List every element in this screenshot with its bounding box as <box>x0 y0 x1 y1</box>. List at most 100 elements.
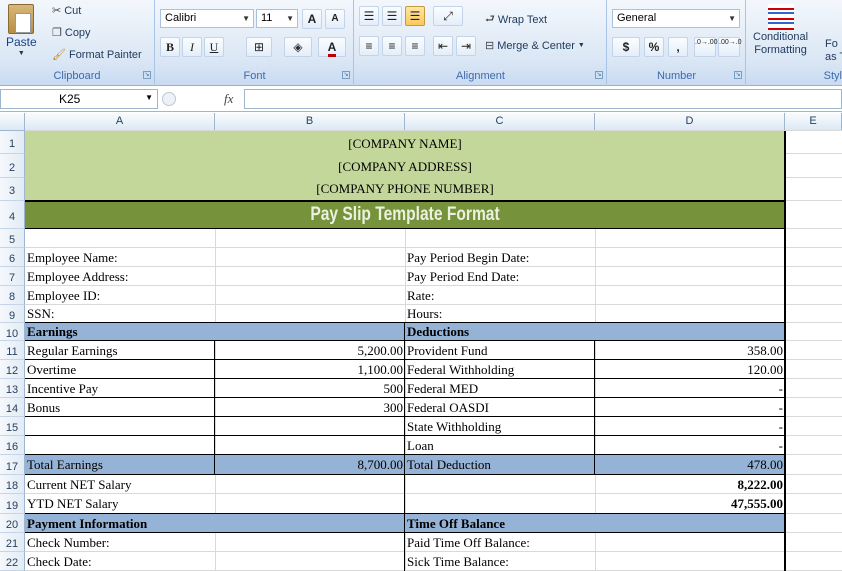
row-header-1[interactable]: 1 <box>0 131 25 154</box>
row-header-11[interactable]: 11 <box>0 341 25 360</box>
earnings-item-value[interactable]: 1,100.00 <box>215 360 405 379</box>
company-name-cell[interactable]: [COMPANY NAME] <box>25 135 785 153</box>
deductions-item-value[interactable]: - <box>595 436 785 455</box>
bold-button[interactable]: B <box>160 37 180 57</box>
pay-period-end-label[interactable]: Pay Period End Date: <box>405 267 595 286</box>
employee-id-label[interactable]: Employee ID: <box>25 286 215 305</box>
font-color-button[interactable]: A <box>318 37 346 57</box>
row-header-2[interactable]: 2 <box>0 154 25 178</box>
wrap-text-button[interactable]: ⮐ Wrap Text <box>485 10 547 29</box>
total-deduction-value[interactable]: 478.00 <box>595 455 785 474</box>
earnings-item-label[interactable]: Incentive Pay <box>25 379 215 398</box>
column-header-a[interactable]: A <box>25 113 215 131</box>
row-header-19[interactable]: 19 <box>0 494 25 514</box>
orientation-button[interactable]: ⤢ <box>433 6 463 26</box>
row-header-13[interactable]: 13 <box>0 379 25 398</box>
bottom-align-button[interactable]: ☰ <box>405 6 425 26</box>
deductions-item-label[interactable]: State Withholding <box>405 417 595 436</box>
italic-button[interactable]: I <box>182 37 202 57</box>
earnings-item-value[interactable] <box>215 417 405 436</box>
top-align-button[interactable]: ☰ <box>359 6 379 26</box>
align-left-button[interactable]: ≡ <box>359 36 379 56</box>
sick-time-label[interactable]: Sick Time Balance: <box>405 552 595 571</box>
clipboard-launcher-icon[interactable]: ↘ <box>143 71 151 79</box>
shrink-font-button[interactable]: A <box>325 9 345 29</box>
total-deduction-label[interactable]: Total Deduction <box>405 455 595 474</box>
earnings-item-label[interactable] <box>25 417 215 436</box>
company-phone-cell[interactable]: [COMPANY PHONE NUMBER] <box>25 180 785 198</box>
column-header-d[interactable]: D <box>595 113 785 131</box>
row-header-17[interactable]: 17 <box>0 455 25 475</box>
increase-decimal-button[interactable]: .0→.00 <box>694 37 718 57</box>
row-header-22[interactable]: 22 <box>0 552 25 571</box>
total-earnings-value[interactable]: 8,700.00 <box>215 455 405 474</box>
number-launcher-icon[interactable]: ↘ <box>734 71 742 79</box>
employee-name-label[interactable]: Employee Name: <box>25 248 215 267</box>
deductions-item-value[interactable]: - <box>595 379 785 398</box>
deductions-header[interactable]: Deductions <box>405 323 595 341</box>
deductions-item-label[interactable]: Federal MED <box>405 379 595 398</box>
middle-align-button[interactable]: ☰ <box>382 6 402 26</box>
column-header-c[interactable]: C <box>405 113 595 131</box>
deductions-item-value[interactable]: 358.00 <box>595 341 785 360</box>
row-header-9[interactable]: 9 <box>0 305 25 323</box>
alignment-launcher-icon[interactable]: ↘ <box>595 71 603 79</box>
copy-button[interactable]: ❐ Copy <box>52 26 91 40</box>
time-off-header[interactable]: Time Off Balance <box>405 514 595 533</box>
percent-button[interactable]: % <box>644 37 664 57</box>
borders-button[interactable]: ⊞ <box>246 37 272 57</box>
current-net-label[interactable]: Current NET Salary <box>25 475 215 494</box>
conditional-formatting-button[interactable]: Conditional Formatting <box>753 4 808 56</box>
decrease-decimal-button[interactable]: .00→.0 <box>718 37 742 57</box>
column-header-b[interactable]: B <box>215 113 405 131</box>
select-all-corner[interactable] <box>0 113 25 131</box>
total-earnings-label[interactable]: Total Earnings <box>25 455 215 474</box>
row-header-6[interactable]: 6 <box>0 248 25 267</box>
merge-center-button[interactable]: ⊟ Merge & Center ▼ <box>485 39 585 53</box>
font-launcher-icon[interactable]: ↘ <box>342 71 350 79</box>
deductions-item-label[interactable]: Federal OASDI <box>405 398 595 417</box>
earnings-item-label[interactable]: Regular Earnings <box>25 341 215 360</box>
paste-button[interactable]: Paste ▼ <box>6 4 37 57</box>
earnings-item-label[interactable]: Overtime <box>25 360 215 379</box>
currency-button[interactable]: $ <box>612 37 640 57</box>
number-format-combo[interactable]: General ▼ <box>612 9 740 28</box>
earnings-item-label[interactable]: Bonus <box>25 398 215 417</box>
underline-button[interactable]: U <box>204 37 224 57</box>
company-address-cell[interactable]: [COMPANY ADDRESS] <box>25 158 785 176</box>
row-header-18[interactable]: 18 <box>0 475 25 494</box>
paste-dropdown-icon[interactable]: ▼ <box>18 50 25 57</box>
align-center-button[interactable]: ≡ <box>382 36 402 56</box>
row-header-5[interactable]: 5 <box>0 229 25 248</box>
row-header-20[interactable]: 20 <box>0 514 25 533</box>
rate-label[interactable]: Rate: <box>405 286 595 305</box>
row-header-3[interactable]: 3 <box>0 178 25 201</box>
column-header-e[interactable]: E <box>785 113 842 131</box>
row-header-15[interactable]: 15 <box>0 417 25 436</box>
deductions-item-label[interactable]: Provident Fund <box>405 341 595 360</box>
row-header-4[interactable]: 4 <box>0 201 25 229</box>
earnings-item-label[interactable] <box>25 436 215 455</box>
row-header-12[interactable]: 12 <box>0 360 25 379</box>
row-header-14[interactable]: 14 <box>0 398 25 417</box>
employee-address-label[interactable]: Employee Address: <box>25 267 215 286</box>
payment-info-header[interactable]: Payment Information <box>25 514 215 533</box>
format-as-table-button[interactable]: Fo as T <box>825 38 842 63</box>
page-title[interactable]: Pay Slip Template Format <box>93 201 716 229</box>
formula-input[interactable] <box>244 89 842 109</box>
grow-font-button[interactable]: A <box>302 9 322 29</box>
deductions-item-value[interactable]: 120.00 <box>595 360 785 379</box>
insert-function-button[interactable]: fx <box>160 89 242 109</box>
font-size-combo[interactable]: 11 ▼ <box>256 9 298 28</box>
earnings-header[interactable]: Earnings <box>25 323 215 341</box>
earnings-item-value[interactable]: 5,200.00 <box>215 341 405 360</box>
ssn-label[interactable]: SSN: <box>25 305 215 323</box>
earnings-item-value[interactable] <box>215 436 405 455</box>
current-net-value[interactable]: 8,222.00 <box>595 475 785 494</box>
earnings-item-value[interactable]: 500 <box>215 379 405 398</box>
font-name-combo[interactable]: Calibri ▼ <box>160 9 254 28</box>
deductions-item-label[interactable]: Loan <box>405 436 595 455</box>
check-number-label[interactable]: Check Number: <box>25 533 215 552</box>
row-header-7[interactable]: 7 <box>0 267 25 286</box>
row-header-8[interactable]: 8 <box>0 286 25 305</box>
